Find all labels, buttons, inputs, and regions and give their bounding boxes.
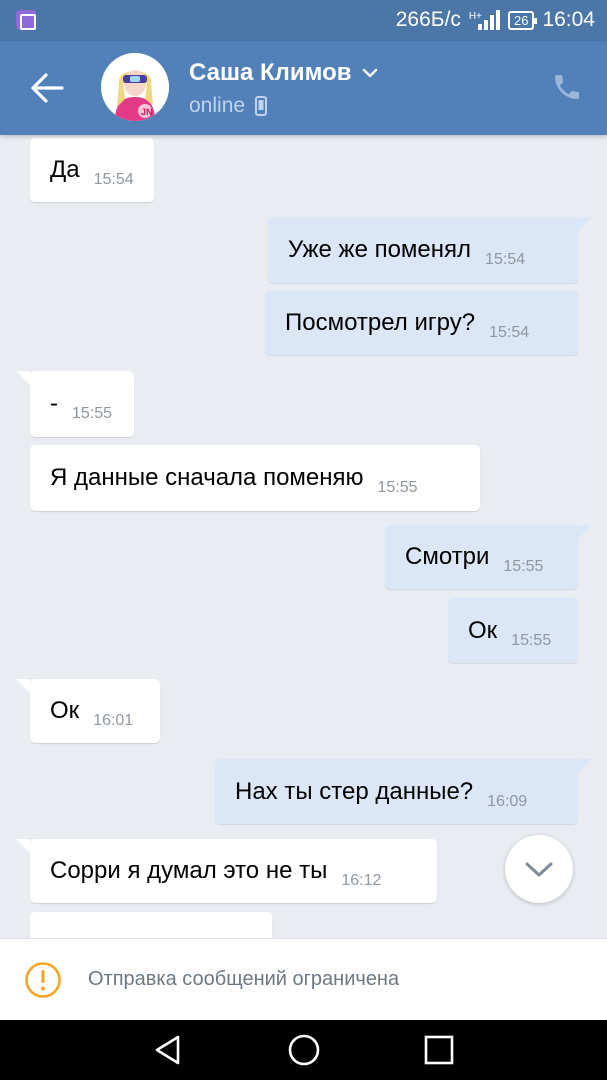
message-text: Нах ты стер данные? xyxy=(235,777,474,805)
message-outgoing[interactable]: Нах ты стер данные? 16:09 xyxy=(215,759,592,824)
message-text: - xyxy=(50,390,58,417)
bubble-tail xyxy=(16,679,30,693)
back-arrow-icon xyxy=(31,73,64,103)
contact-status-row: online xyxy=(189,94,268,118)
message-time: 15:55 xyxy=(72,405,113,422)
message-time: 15:54 xyxy=(485,251,526,268)
circle-home-icon xyxy=(288,1034,320,1066)
chat-header: JN Саша Климов online xyxy=(0,41,607,135)
avatar-badge: JN xyxy=(141,107,153,117)
triangle-back-icon xyxy=(155,1035,180,1065)
network-type: H+ xyxy=(468,11,482,22)
back-button[interactable] xyxy=(28,71,68,105)
mobile-icon xyxy=(255,96,268,116)
chevron-down-icon xyxy=(362,68,377,78)
message-incoming[interactable] xyxy=(30,912,272,938)
contact-status: online xyxy=(189,94,246,117)
battery-icon: 26 xyxy=(507,10,538,30)
status-bar: 266Б/с H+ 26 16:04 xyxy=(0,0,607,41)
message-text: Ок xyxy=(468,616,498,644)
scroll-to-bottom-button[interactable] xyxy=(505,835,573,903)
bubble-tail xyxy=(578,759,592,773)
message-time: 16:12 xyxy=(341,872,382,889)
message-outgoing[interactable]: Смотри 15:55 xyxy=(385,525,592,589)
bubble-tail xyxy=(16,839,30,853)
message-time: 15:55 xyxy=(511,631,552,649)
message-text: Я данные сначала поменяю xyxy=(50,464,364,491)
system-nav-bar xyxy=(0,1020,607,1080)
nav-recents-button[interactable] xyxy=(421,1032,457,1068)
clock: 16:04 xyxy=(542,8,595,31)
message-time: 15:55 xyxy=(503,558,544,575)
message-incoming[interactable]: Я данные сначала поменяю 15:55 xyxy=(30,445,480,511)
messaging-restricted-notice: Отправка сообщений ограничена xyxy=(0,938,607,1020)
status-bar-right: 266Б/с H+ 26 16:04 xyxy=(396,8,595,32)
message-time: 15:54 xyxy=(93,171,134,188)
message-time: 15:55 xyxy=(377,479,418,496)
message-text: Посмотрел игру? xyxy=(285,309,476,336)
square-recents-icon xyxy=(424,1035,454,1065)
message-text: Сорри я думал это не ты xyxy=(50,857,328,884)
message-outgoing[interactable]: Ок 15:55 xyxy=(448,598,578,663)
avatar[interactable]: JN xyxy=(101,53,169,121)
message-incoming[interactable]: Ок 16:01 xyxy=(16,679,160,743)
message-incoming[interactable]: - 15:55 xyxy=(16,371,134,437)
bubble-tail xyxy=(578,525,592,539)
bubble-tail xyxy=(578,217,592,231)
message-time: 16:01 xyxy=(93,712,134,729)
contact-name: Саша Климов xyxy=(189,59,352,86)
message-list[interactable]: Да 15:54 Уже же поменял 15:54 Посмотрел … xyxy=(0,135,607,938)
avatar-image: JN xyxy=(101,53,169,121)
notice-text: Отправка сообщений ограничена xyxy=(88,968,400,990)
warning-icon xyxy=(25,962,61,998)
call-button[interactable] xyxy=(551,71,583,103)
signal-icon: H+ xyxy=(469,10,500,30)
message-incoming[interactable]: Сорри я думал это не ты 16:12 xyxy=(16,839,437,903)
network-speed: 266Б/с xyxy=(395,8,461,31)
message-time: 15:54 xyxy=(489,324,530,341)
contact-name-dropdown[interactable]: Саша Климов xyxy=(189,59,378,87)
gallery-notification-icon xyxy=(16,10,36,30)
message-text: Смотри xyxy=(405,543,490,570)
message-time: 16:09 xyxy=(487,792,528,810)
nav-home-button[interactable] xyxy=(286,1032,322,1068)
message-incoming[interactable]: Да 15:54 xyxy=(30,138,154,202)
message-text: Да xyxy=(50,156,80,183)
phone-icon xyxy=(555,75,579,99)
nav-back-button[interactable] xyxy=(150,1032,186,1068)
message-text: Уже же поменял xyxy=(288,236,472,263)
bubble-tail xyxy=(16,371,30,385)
message-outgoing[interactable]: Уже же поменял 15:54 xyxy=(268,217,592,283)
message-outgoing[interactable]: Посмотрел игру? 15:54 xyxy=(265,291,578,355)
chevron-down-icon xyxy=(525,862,553,877)
message-text: Ок xyxy=(50,697,80,724)
